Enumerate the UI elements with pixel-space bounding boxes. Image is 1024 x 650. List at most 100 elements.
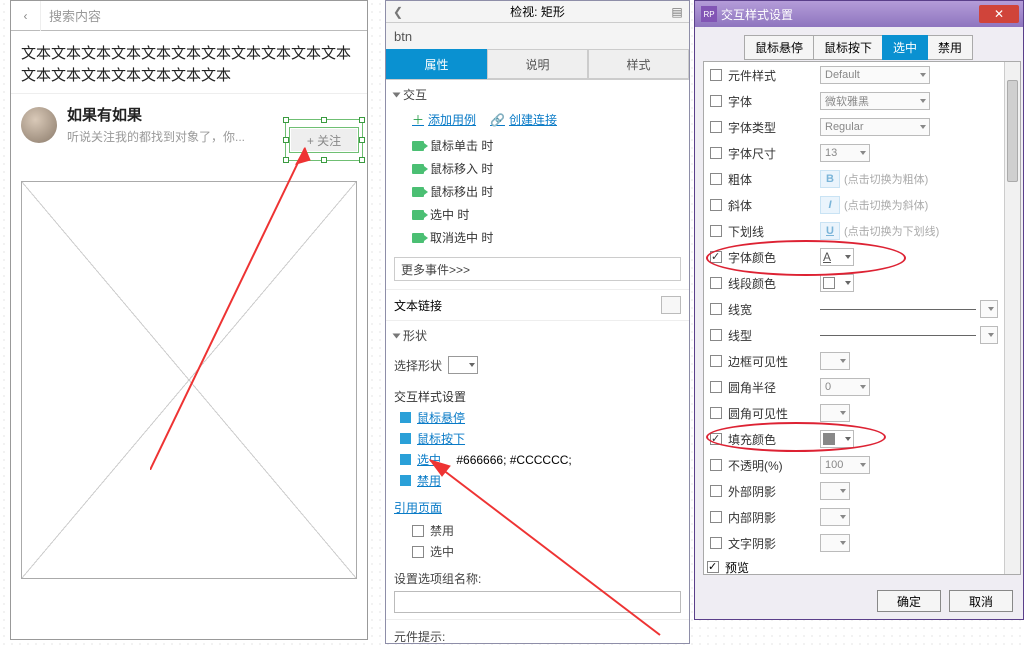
checkbox[interactable] [710, 121, 722, 133]
checkbox[interactable] [710, 173, 722, 185]
checkbox[interactable] [710, 381, 722, 393]
line-color-picker[interactable] [820, 274, 854, 292]
dialog-tab-disabled[interactable]: 禁用 [927, 35, 973, 60]
resize-handle[interactable] [321, 157, 327, 163]
more-events-dropdown[interactable]: 更多事件>>> [394, 257, 681, 281]
panel-page-icon[interactable]: ▤ [667, 2, 687, 22]
event-row[interactable]: 取消选中 时 [386, 226, 689, 249]
checkbox[interactable] [710, 225, 722, 237]
tab-style[interactable]: 样式 [588, 49, 689, 79]
prop-row-line-width: 线宽 [704, 296, 1004, 322]
corner-vis-dropdown[interactable] [820, 404, 850, 422]
dialog-tab-selected[interactable]: 选中 [882, 35, 928, 60]
corner-input[interactable]: 0 [820, 378, 870, 396]
add-case-link[interactable]: ＋添加用例 [412, 111, 476, 128]
section-interactions[interactable]: 交互 [386, 80, 689, 109]
checkbox[interactable] [710, 199, 722, 211]
style-hover-link[interactable]: 鼠标悬停 [417, 409, 465, 426]
checkbox[interactable] [710, 485, 722, 497]
dialog-tab-down[interactable]: 鼠标按下 [813, 35, 883, 60]
post-title: 如果有如果 [67, 104, 245, 125]
line-width-dropdown[interactable] [980, 300, 998, 318]
prop-row-line-style: 线型 [704, 322, 1004, 348]
preview-checkbox[interactable]: ✓ [707, 561, 719, 573]
prop-row-widget-style: 元件样式Default [704, 62, 1004, 88]
checkbox[interactable] [710, 537, 722, 549]
prop-row-opacity: 不透明(%)100 [704, 452, 1004, 478]
ok-button[interactable]: 确定 [877, 590, 941, 612]
checkbox[interactable] [710, 95, 722, 107]
dialog-tab-hover[interactable]: 鼠标悬停 [744, 35, 814, 60]
underline-toggle[interactable]: U [820, 222, 840, 240]
line-style-preview [820, 335, 976, 336]
style-icon [400, 475, 411, 486]
font-color-picker[interactable]: A [820, 248, 854, 266]
text-link-clear-button[interactable] [661, 296, 681, 314]
pick-shape-label: 选择形状 [394, 357, 442, 374]
event-row[interactable]: 鼠标移入 时 [386, 157, 689, 180]
font-size-dropdown[interactable]: 13 [820, 144, 870, 162]
panel-back-icon[interactable]: ❮ [388, 2, 408, 22]
tab-notes[interactable]: 说明 [487, 49, 588, 79]
style-down-link[interactable]: 鼠标按下 [417, 430, 465, 447]
resize-handle[interactable] [283, 117, 289, 123]
checkbox[interactable] [710, 459, 722, 471]
checkbox[interactable] [710, 433, 722, 445]
event-row[interactable]: 选中 时 [386, 203, 689, 226]
shape-dropdown[interactable] [448, 356, 478, 374]
cancel-button[interactable]: 取消 [949, 590, 1013, 612]
checkbox[interactable] [710, 277, 722, 289]
inner-shadow-dropdown[interactable] [820, 508, 850, 526]
resize-handle[interactable] [359, 137, 365, 143]
opacity-input[interactable]: 100 [820, 456, 870, 474]
annotation-arrow [150, 140, 320, 470]
resize-handle[interactable] [359, 117, 365, 123]
app-icon: RP [701, 6, 717, 22]
tab-properties[interactable]: 属性 [386, 49, 487, 79]
italic-toggle[interactable]: I [820, 196, 840, 214]
section-shape[interactable]: 形状 [386, 321, 689, 350]
style-icon [400, 412, 411, 423]
widget-name-field[interactable]: btn [386, 23, 689, 49]
annotation-arrow [420, 450, 670, 640]
checkbox[interactable] [710, 251, 722, 263]
line-width-preview [820, 309, 976, 310]
resize-handle[interactable] [359, 157, 365, 163]
font-type-dropdown[interactable]: Regular [820, 118, 930, 136]
font-dropdown[interactable]: 微软雅黑 [820, 92, 930, 110]
dialog-title-bar[interactable]: RP 交互样式设置 ✕ [695, 1, 1023, 27]
checkbox[interactable] [710, 355, 722, 367]
fill-color-picker[interactable] [820, 430, 854, 448]
resize-handle[interactable] [321, 117, 327, 123]
event-row[interactable]: 鼠标单击 时 [386, 134, 689, 157]
line-style-dropdown[interactable] [980, 326, 998, 344]
bold-toggle[interactable]: B [820, 170, 840, 188]
checkbox[interactable] [710, 69, 722, 81]
style-icon [400, 454, 411, 465]
event-icon [412, 187, 424, 197]
prop-row-bold: 粗体B(点击切换为粗体) [704, 166, 1004, 192]
checkbox[interactable] [710, 329, 722, 341]
checkbox[interactable] [710, 511, 722, 523]
search-input[interactable]: 搜索内容 [41, 6, 367, 25]
event-row[interactable]: 鼠标移出 时 [386, 180, 689, 203]
event-icon [412, 141, 424, 151]
avatar [21, 107, 57, 143]
prop-row-text-shadow: 文字阴影 [704, 530, 1004, 556]
prop-row-corner: 圆角半径0 [704, 374, 1004, 400]
checkbox[interactable] [710, 407, 722, 419]
checkbox[interactable] [710, 147, 722, 159]
close-button[interactable]: ✕ [979, 5, 1019, 23]
prop-row-font-size: 字体尺寸13 [704, 140, 1004, 166]
scrollbar[interactable] [1004, 62, 1020, 574]
back-icon[interactable]: ‹ [11, 1, 41, 31]
widget-style-dropdown[interactable]: Default [820, 66, 930, 84]
interaction-styles-header: 交互样式设置 [386, 380, 689, 407]
checkbox[interactable] [710, 303, 722, 315]
inspect-title-bar: ❮ 检视: 矩形 ▤ [386, 1, 689, 23]
border-vis-dropdown[interactable] [820, 352, 850, 370]
create-link-link[interactable]: 🔗创建连接 [490, 111, 557, 128]
text-shadow-dropdown[interactable] [820, 534, 850, 552]
prop-row-inner-shadow: 内部阴影 [704, 504, 1004, 530]
outer-shadow-dropdown[interactable] [820, 482, 850, 500]
